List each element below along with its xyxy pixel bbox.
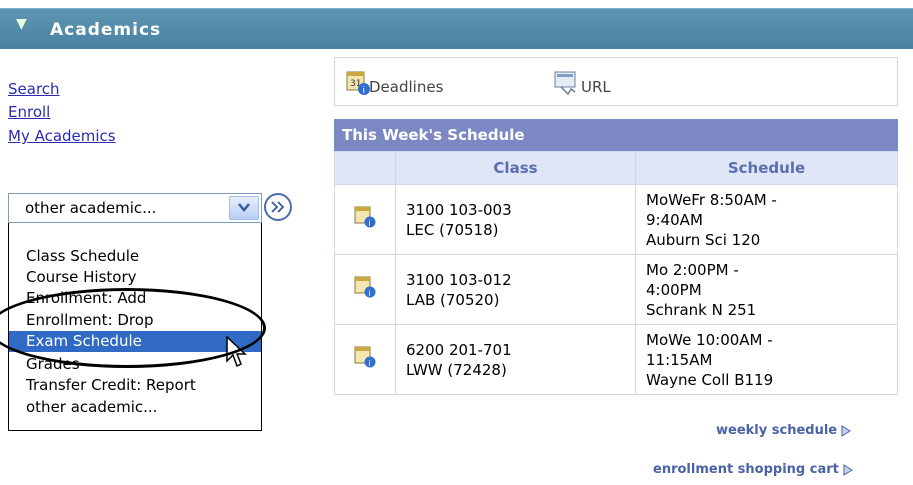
chevron-down-icon [238,203,250,212]
search-link[interactable]: Search [8,80,60,98]
option-other-academic[interactable]: other academic... [9,397,261,418]
option-class-schedule[interactable]: Class Schedule [9,246,261,267]
option-grades[interactable]: Grades [9,354,261,375]
schedule-end-time: 11:15AM [646,350,713,369]
mouse-cursor-icon [226,336,247,368]
deadlines-label: Deadlines [369,78,444,96]
arrow-right-icon [843,463,853,476]
academics-toolbar: 31 i Deadlines URL [334,57,898,106]
schedule-room: Schrank N 251 [646,300,757,319]
class-number: 3100 103-012 [406,270,512,289]
class-cell: 3100 103-012 LAB (70520) [395,254,636,325]
schedule-column-header: Schedule [635,151,898,185]
row-icon-cell: i [334,324,396,395]
deadlines-button[interactable]: 31 i Deadlines [345,70,443,100]
schedule-room: Auburn Sci 120 [646,230,761,249]
table-row: i 6200 201-701 LWW (72428) MoWe 10:00AM -… [334,324,898,395]
svg-text:i: i [369,219,371,228]
class-column-header: Class [395,151,636,185]
url-button[interactable]: URL [553,70,611,100]
class-section: LAB (70520) [406,290,500,309]
calendar-info-icon: 31 i [346,71,370,96]
class-number: 6200 201-701 [406,340,512,359]
class-cell: 6200 201-701 LWW (72428) [395,324,636,395]
svg-text:i: i [363,86,366,96]
schedule-days-time: MoWe 10:00AM - [646,330,773,349]
schedule-title: This Week's Schedule [342,126,525,144]
url-link-icon [554,71,576,96]
dropdown-arrow-button[interactable] [229,196,259,220]
section-title: Academics [50,20,162,40]
shopping-cart-label: enrollment shopping cart [653,462,839,477]
go-button[interactable] [264,193,292,221]
dropdown-list: Class Schedule Course History Enrollment… [8,223,262,431]
row-icon-cell: i [334,184,396,255]
double-chevron-right-icon [271,201,285,213]
svg-text:i: i [369,359,371,368]
url-label: URL [581,78,611,96]
table-row: i 3100 103-012 LAB (70520) Mo 2:00PM -4:0… [334,254,898,325]
schedule-cell: MoWeFr 8:50AM -9:40AM Auburn Sci 120 [635,184,898,255]
schedule-table: Class Schedule i 3100 103-003 LEC (70518)… [334,151,898,395]
option-transfer-credit-report[interactable]: Transfer Credit: Report [9,375,261,396]
weekly-schedule-link[interactable]: weekly schedule [716,423,852,438]
calendar-info-icon[interactable]: i [353,345,377,369]
schedule-title-bar: This Week's Schedule [334,119,898,151]
collapse-triangle-icon[interactable]: ▼ [16,16,27,32]
class-cell: 3100 103-003 LEC (70518) [395,184,636,255]
row-icon-cell: i [334,254,396,325]
option-exam-schedule[interactable]: Exam Schedule [9,331,261,352]
schedule-days-time: Mo 2:00PM - [646,260,739,279]
schedule-end-time: 9:40AM [646,210,703,229]
schedule-room: Wayne Coll B119 [646,370,774,389]
class-section: LEC (70518) [406,220,499,239]
table-row: i 3100 103-003 LEC (70518) MoWeFr 8:50AM … [334,184,898,255]
schedule-cell: MoWe 10:00AM -11:15AM Wayne Coll B119 [635,324,898,395]
select-value: other academic... [25,199,157,217]
arrow-right-icon [841,424,852,437]
option-course-history[interactable]: Course History [9,267,261,288]
class-section: LWW (72428) [406,360,507,379]
class-number: 3100 103-003 [406,200,512,219]
schedule-days-time: MoWeFr 8:50AM - [646,190,777,209]
academics-header[interactable]: ▼ Academics [0,8,913,49]
option-enrollment-add[interactable]: Enrollment: Add [9,288,261,309]
my-academics-link[interactable]: My Academics [8,127,116,145]
schedule-cell: Mo 2:00PM -4:00PM Schrank N 251 [635,254,898,325]
enrollment-shopping-cart-link[interactable]: enrollment shopping cart [653,462,853,477]
icon-column-header [334,151,396,185]
other-academic-select[interactable]: other academic... [8,193,262,223]
weekly-schedule-label: weekly schedule [716,423,838,438]
svg-text:i: i [369,289,371,298]
option-enrollment-drop[interactable]: Enrollment: Drop [9,310,261,331]
calendar-info-icon[interactable]: i [353,205,377,229]
calendar-info-icon[interactable]: i [353,275,377,299]
enroll-link[interactable]: Enroll [8,103,50,121]
schedule-end-time: 4:00PM [646,280,702,299]
